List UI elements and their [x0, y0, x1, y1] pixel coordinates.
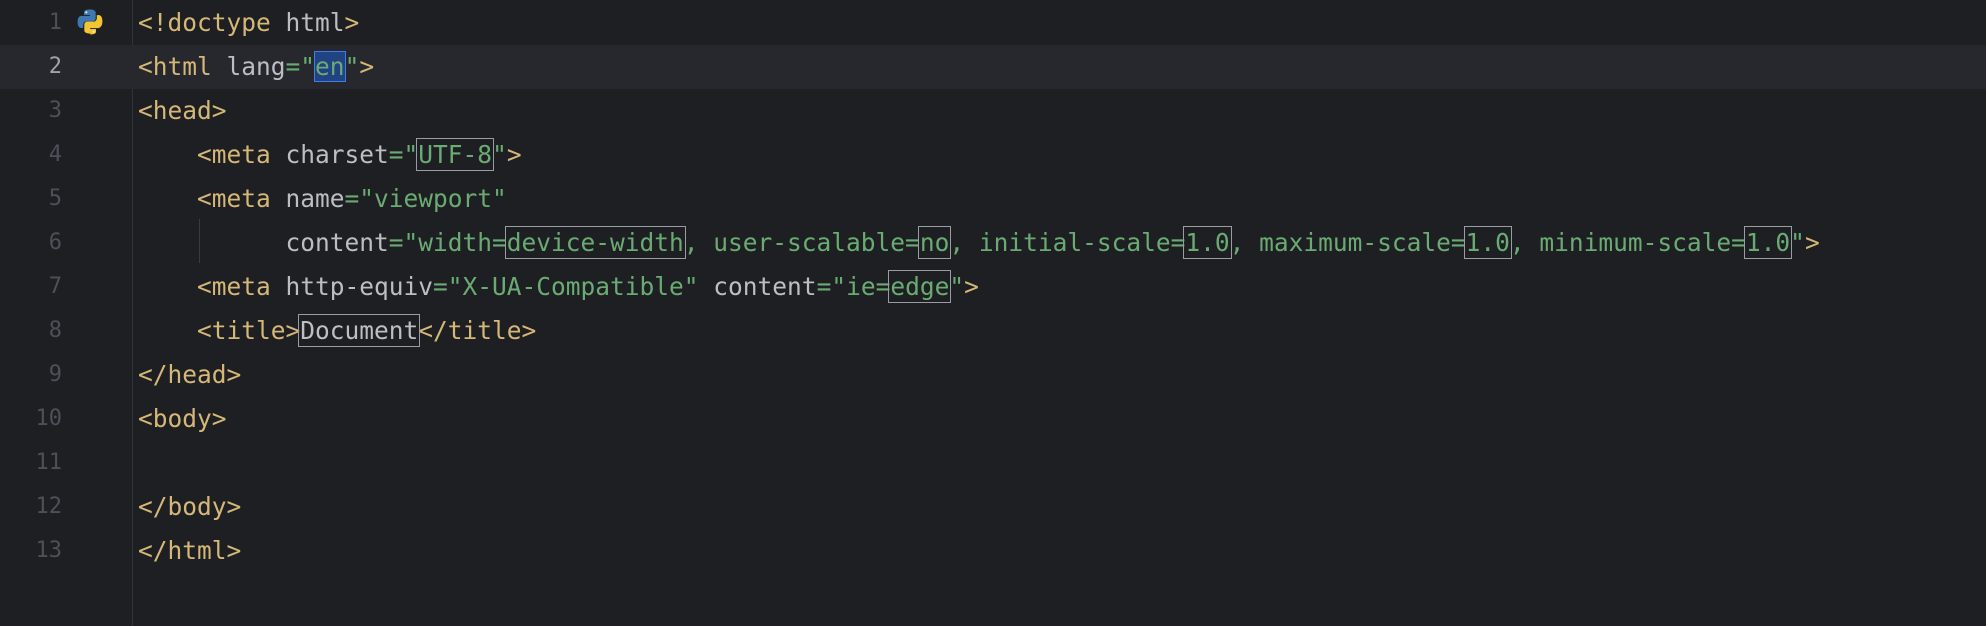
code-line[interactable]: 11 [0, 441, 1986, 485]
code-text[interactable]: <body> [138, 397, 227, 441]
line-number[interactable]: 3 [0, 89, 62, 133]
code-line[interactable]: 10 <body> [0, 397, 1986, 441]
code-token: html [270, 8, 345, 37]
code-token: > [506, 140, 522, 169]
line-number[interactable]: 4 [0, 133, 62, 177]
code-token: > [1804, 228, 1820, 257]
code-token: " [1790, 228, 1805, 257]
line-number[interactable]: 13 [0, 529, 63, 573]
code-text[interactable]: <!doctype html> [138, 1, 359, 45]
code-token: en [314, 51, 346, 82]
code-line[interactable]: 3 <head> [0, 89, 1986, 133]
code-token: , minimum-scale= [1509, 228, 1746, 257]
code-token: ="X-UA-Compatible" [433, 272, 699, 301]
code-line[interactable]: 13 </html> [0, 529, 1986, 573]
code-token: <meta [138, 184, 271, 213]
code-token: " [344, 52, 360, 81]
code-text[interactable]: <meta charset="UTF-8"> [138, 133, 522, 177]
code-token: <head> [138, 96, 227, 125]
code-token: 1.0 [1743, 226, 1793, 259]
code-text[interactable]: <meta http-equiv="X-UA-Compatible" conte… [138, 265, 979, 309]
code-token: , user-scalable= [683, 228, 920, 257]
line-number[interactable]: 1 [0, 1, 62, 45]
code-token: <meta [138, 140, 271, 169]
code-token: > [964, 272, 979, 301]
code-text[interactable]: <html lang="en"> [138, 45, 374, 89]
code-line[interactable]: 2 <html lang="en"> [0, 45, 1986, 89]
line-number[interactable]: 6 [0, 221, 62, 265]
code-text[interactable]: <title>Document</title> [138, 309, 536, 353]
code-token: </title> [418, 316, 537, 345]
line-number[interactable]: 12 [0, 485, 63, 529]
line-number[interactable]: 2 [0, 45, 62, 89]
code-token: <!doctype [138, 8, 271, 37]
code-text[interactable]: <head> [138, 89, 227, 133]
code-token: =" [285, 52, 316, 81]
code-text[interactable]: </html> [138, 529, 241, 573]
line-number[interactable]: 11 [0, 441, 63, 485]
code-line[interactable]: 5 <meta name="viewport" [0, 177, 1986, 221]
code-token: ="width= [388, 228, 507, 257]
code-token: 1.0 [1183, 226, 1232, 259]
code-token: <meta [138, 272, 271, 301]
line-number[interactable]: 5 [0, 177, 62, 221]
code-text[interactable]: <meta name="viewport" [138, 177, 507, 221]
code-token: ="viewport" [344, 184, 507, 213]
line-number[interactable]: 7 [0, 265, 62, 309]
code-token: </body> [138, 492, 242, 521]
python-icon[interactable] [76, 8, 104, 36]
code-line[interactable]: 1 <!doctype html> [0, 1, 1986, 45]
code-token: device-width [504, 226, 686, 259]
line-number[interactable]: 8 [0, 309, 62, 353]
code-token: lang [211, 52, 286, 81]
code-token: content [698, 272, 817, 301]
code-token: ="ie= [816, 272, 891, 301]
line-number[interactable]: 9 [0, 353, 62, 397]
code-token: <title> [138, 316, 301, 345]
code-token: 1.0 [1463, 226, 1512, 259]
code-token: Document [298, 314, 421, 347]
code-text[interactable]: content="width=device-width, user-scalab… [138, 221, 1820, 265]
code-token: edge [888, 270, 952, 303]
code-token: no [917, 226, 952, 259]
code-token: UTF-8 [416, 138, 495, 171]
code-line[interactable]: 12 </body> [0, 485, 1986, 529]
code-text[interactable]: </body> [138, 485, 241, 529]
code-line[interactable]: 9 </head> [0, 353, 1986, 397]
code-token: charset [270, 140, 389, 169]
code-token: </html> [138, 536, 242, 565]
code-token: <body> [138, 404, 227, 433]
code-line[interactable]: 4 <meta charset="UTF-8"> [0, 133, 1986, 177]
code-line[interactable]: 8 <title>Document</title> [0, 309, 1986, 353]
code-text[interactable]: </head> [138, 353, 241, 397]
code-token: <html [138, 52, 212, 81]
code-line[interactable]: 7 <meta http-equiv="X-UA-Compatible" con… [0, 265, 1986, 309]
code-token: " [949, 272, 965, 301]
code-token: > [344, 8, 360, 37]
code-token: , maximum-scale= [1229, 228, 1466, 257]
code-token: content [138, 228, 389, 257]
code-token: " [492, 140, 507, 169]
code-token: =" [388, 140, 419, 169]
code-token: </head> [138, 360, 242, 389]
line-number[interactable]: 10 [0, 397, 63, 441]
code-token: name [270, 184, 345, 213]
code-line[interactable]: 6 content="width=device-width, user-scal… [0, 221, 1986, 265]
code-token: http-equiv [270, 272, 434, 301]
code-token: > [359, 52, 375, 81]
code-token: , initial-scale= [949, 228, 1186, 257]
code-editor[interactable]: 1 <!doctype html> 2 <html lang="en"> 3 <head>… [0, 0, 1986, 626]
